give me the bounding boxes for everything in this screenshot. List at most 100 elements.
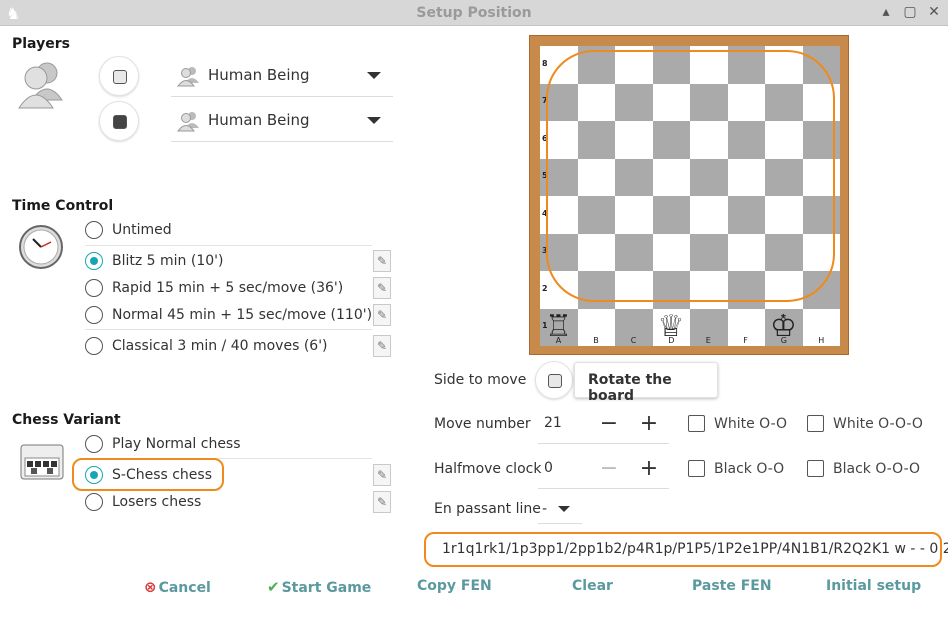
- board-variant-icon: [20, 444, 64, 480]
- tooltip-text: Rotate the board: [588, 372, 672, 404]
- cancel-button[interactable]: ⊗ Cancel: [144, 578, 211, 596]
- time-option-normal[interactable]: Normal 45 min + 15 sec/move (110'): [85, 302, 375, 328]
- variant-option-label: Play Normal chess: [112, 436, 241, 452]
- side-to-move-button[interactable]: [535, 361, 573, 399]
- edit-icon[interactable]: ✎: [373, 464, 391, 486]
- rank-label: 8: [542, 58, 548, 68]
- en-passant-combo[interactable]: -: [538, 494, 582, 524]
- white-queen-icon[interactable]: ♕: [653, 309, 690, 346]
- edit-icon[interactable]: ✎: [373, 277, 391, 299]
- board-square-d1[interactable]: D ♕: [652, 308, 690, 346]
- variant-option-losers[interactable]: Losers chess: [85, 489, 375, 515]
- halfmove-clock-decrement[interactable]: −: [599, 458, 619, 480]
- radio-classical[interactable]: [85, 337, 103, 355]
- radio-blitz[interactable]: [85, 252, 103, 270]
- chevron-down-icon: [367, 72, 381, 79]
- edit-icon[interactable]: ✎: [373, 335, 391, 357]
- board-square-e1[interactable]: E: [690, 308, 728, 346]
- divider: [85, 245, 372, 246]
- clear-button[interactable]: Clear: [572, 578, 613, 594]
- edit-icon[interactable]: ✎: [373, 491, 391, 513]
- move-number-decrement[interactable]: −: [599, 413, 619, 435]
- white-player-combo[interactable]: Human Being: [171, 55, 393, 97]
- file-label: E: [705, 336, 711, 345]
- edit-icon[interactable]: ✎: [373, 250, 391, 272]
- black-square-icon: [113, 115, 127, 129]
- players-title: Players: [12, 36, 70, 52]
- radio-rapid[interactable]: [85, 279, 103, 297]
- board-square-f1[interactable]: F: [727, 308, 765, 346]
- file-label: F: [743, 336, 748, 345]
- white-player-color-button[interactable]: [99, 56, 139, 96]
- rotate-board-tooltip: Rotate the board: [574, 362, 718, 404]
- initial-setup-button[interactable]: Initial setup: [826, 578, 921, 594]
- halfmove-clock-increment[interactable]: +: [639, 458, 659, 480]
- file-label: C: [630, 336, 637, 345]
- white-square-icon: [113, 70, 127, 84]
- board-square-c1[interactable]: C: [615, 308, 653, 346]
- minimize-icon[interactable]: ▴: [876, 2, 896, 22]
- halfmove-clock-value[interactable]: 0: [544, 460, 553, 476]
- time-option-classical[interactable]: Classical 3 min / 40 moves (6'): [85, 333, 375, 359]
- chevron-down-icon: [367, 117, 381, 124]
- board-square-a1[interactable]: 1 A ♖: [540, 308, 578, 346]
- radio-normal[interactable]: [85, 306, 103, 324]
- board-square-h1[interactable]: H: [802, 308, 840, 346]
- file-label: B: [593, 336, 599, 345]
- human-icon: [177, 67, 199, 87]
- white-player-label: Human Being: [208, 66, 310, 84]
- time-option-label: Blitz 5 min (10'): [112, 253, 224, 269]
- highlight-board-region: [546, 50, 835, 302]
- en-passant-label: En passant line: [434, 501, 541, 517]
- white-ooo-checkbox[interactable]: [807, 415, 824, 432]
- black-oo-label: Black O-O: [714, 461, 785, 477]
- copy-fen-button[interactable]: Copy FEN: [417, 578, 492, 594]
- start-game-label: Start Game: [281, 580, 372, 596]
- edit-icon[interactable]: ✎: [373, 304, 391, 326]
- time-option-rapid[interactable]: Rapid 15 min + 5 sec/move (36'): [85, 275, 375, 301]
- radio-normal-chess[interactable]: [85, 435, 103, 453]
- move-number-increment[interactable]: +: [639, 413, 659, 435]
- human-icon: [177, 112, 199, 132]
- black-oo-checkbox[interactable]: [688, 460, 705, 477]
- black-player-label: Human Being: [208, 111, 310, 129]
- time-option-label: Normal 45 min + 15 sec/move (110'): [112, 307, 373, 323]
- white-king-icon[interactable]: ♔: [765, 309, 802, 346]
- time-option-label: Classical 3 min / 40 moves (6'): [112, 338, 328, 354]
- underline: [538, 488, 669, 489]
- black-ooo-checkbox[interactable]: [807, 460, 824, 477]
- close-icon[interactable]: ✕: [924, 2, 944, 22]
- chess-variant-title: Chess Variant: [12, 412, 121, 428]
- cancel-label: Cancel: [158, 580, 211, 596]
- radio-untimed[interactable]: [85, 221, 103, 239]
- move-number-label: Move number: [434, 416, 531, 432]
- variant-option-label: Losers chess: [112, 494, 202, 510]
- black-player-combo[interactable]: Human Being: [171, 100, 393, 142]
- halfmove-clock-label: Halfmove clock: [434, 461, 542, 477]
- highlight-fen: [424, 532, 942, 567]
- board-square-g1[interactable]: G ♔: [765, 308, 803, 346]
- window-title: Setup Position: [416, 5, 532, 21]
- white-rook-icon[interactable]: ♖: [540, 309, 577, 346]
- paste-fen-button[interactable]: Paste FEN: [692, 578, 772, 594]
- time-option-untimed[interactable]: Untimed: [85, 217, 375, 243]
- cancel-icon: ⊗: [144, 578, 157, 596]
- side-to-move-label: Side to move: [434, 372, 527, 388]
- radio-losers[interactable]: [85, 493, 103, 511]
- variant-option-normal[interactable]: Play Normal chess: [85, 431, 375, 457]
- players-icon: [18, 62, 63, 109]
- en-passant-value: -: [542, 501, 548, 517]
- black-player-color-button[interactable]: [99, 101, 139, 141]
- maximize-icon[interactable]: ▢: [900, 2, 920, 22]
- white-square-icon: [548, 374, 562, 388]
- move-number-value[interactable]: 21: [544, 415, 562, 431]
- time-control-title: Time Control: [12, 198, 114, 214]
- board-square-b1[interactable]: B: [577, 308, 615, 346]
- black-ooo-label: Black O-O-O: [833, 461, 921, 477]
- clock-icon: [19, 225, 63, 269]
- time-option-blitz[interactable]: Blitz 5 min (10'): [85, 248, 375, 274]
- highlight-s-chess: [72, 458, 224, 491]
- file-label: H: [818, 336, 825, 345]
- start-game-button[interactable]: ✔ Start Game: [267, 578, 371, 596]
- white-oo-checkbox[interactable]: [688, 415, 705, 432]
